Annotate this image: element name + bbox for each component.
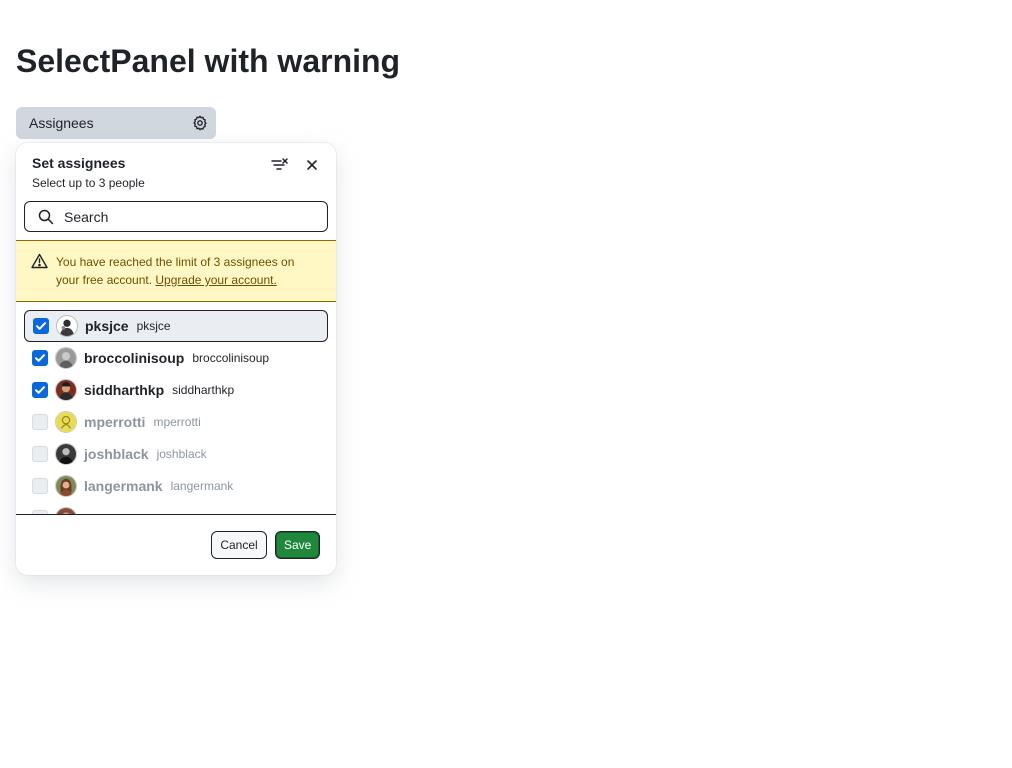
user-login: broccolinisoup — [84, 350, 185, 366]
user-name: mperrotti — [153, 415, 201, 429]
page: SelectPanel with warning Assignees Set a… — [0, 0, 1012, 768]
search-field[interactable] — [24, 201, 328, 232]
list-item[interactable]: langermank langermank — [24, 470, 328, 502]
assignees-button[interactable]: Assignees — [16, 107, 216, 139]
checkbox-disabled[interactable] — [32, 478, 48, 494]
alert-icon — [31, 253, 48, 274]
limit-warning: You have reached the limit of 3 assignee… — [16, 240, 336, 302]
list-item[interactable] — [24, 502, 328, 514]
checkbox-disabled[interactable] — [32, 414, 48, 430]
user-name: langermank — [170, 479, 234, 493]
avatar — [55, 347, 77, 369]
list-item[interactable]: siddharthkp siddharthkp — [24, 374, 328, 406]
checkbox-checked[interactable] — [32, 350, 48, 366]
panel-header: Set assignees Select up to 3 people — [16, 143, 336, 199]
checkbox-disabled[interactable] — [32, 446, 48, 462]
select-panel: Set assignees Select up to 3 people Sear… — [16, 143, 336, 575]
list-item[interactable]: pksjce pksjce — [24, 310, 328, 342]
upgrade-link[interactable]: Upgrade your account. — [155, 273, 276, 287]
panel-footer: Cancel Save — [16, 514, 336, 575]
user-login: siddharthkp — [84, 382, 165, 398]
close-button[interactable] — [298, 152, 326, 180]
user-name: joshblack — [156, 447, 207, 461]
user-login: mperrotti — [84, 414, 146, 430]
avatar — [55, 411, 77, 433]
list-item[interactable]: joshblack joshblack — [24, 438, 328, 470]
search-icon — [38, 209, 54, 225]
save-button[interactable]: Save — [275, 531, 320, 559]
search-input[interactable] — [62, 207, 302, 226]
list-item[interactable]: mperrotti mperrotti — [24, 406, 328, 438]
panel-subtitle: Select up to 3 people — [32, 176, 145, 190]
user-login: joshblack — [84, 446, 149, 462]
filter-remove-icon — [271, 157, 289, 175]
user-name: siddharthkp — [172, 383, 235, 397]
cancel-button[interactable]: Cancel — [211, 531, 267, 559]
avatar — [55, 443, 77, 465]
gear-icon — [192, 115, 208, 131]
checkbox-checked[interactable] — [32, 382, 48, 398]
list-item[interactable]: broccolinisoup broccolinisoup — [24, 342, 328, 374]
avatar — [56, 315, 78, 337]
page-title: SelectPanel with warning — [16, 43, 401, 79]
user-login: pksjce — [85, 318, 129, 334]
user-login: langermank — [84, 478, 163, 494]
avatar — [55, 379, 77, 401]
assignees-button-label: Assignees — [29, 115, 94, 131]
avatar — [55, 507, 77, 514]
close-icon — [306, 159, 318, 174]
warning-text: You have reached the limit of 3 assignee… — [56, 253, 316, 289]
user-name: broccolinisoup — [192, 351, 270, 365]
filter-remove-button[interactable] — [266, 152, 294, 180]
assignee-list: pksjce pksjce broccolinisoup broccolinis… — [16, 306, 336, 514]
panel-title: Set assignees — [32, 155, 126, 171]
avatar — [55, 475, 77, 497]
user-name: pksjce — [136, 319, 171, 333]
checkbox-checked[interactable] — [33, 318, 49, 334]
